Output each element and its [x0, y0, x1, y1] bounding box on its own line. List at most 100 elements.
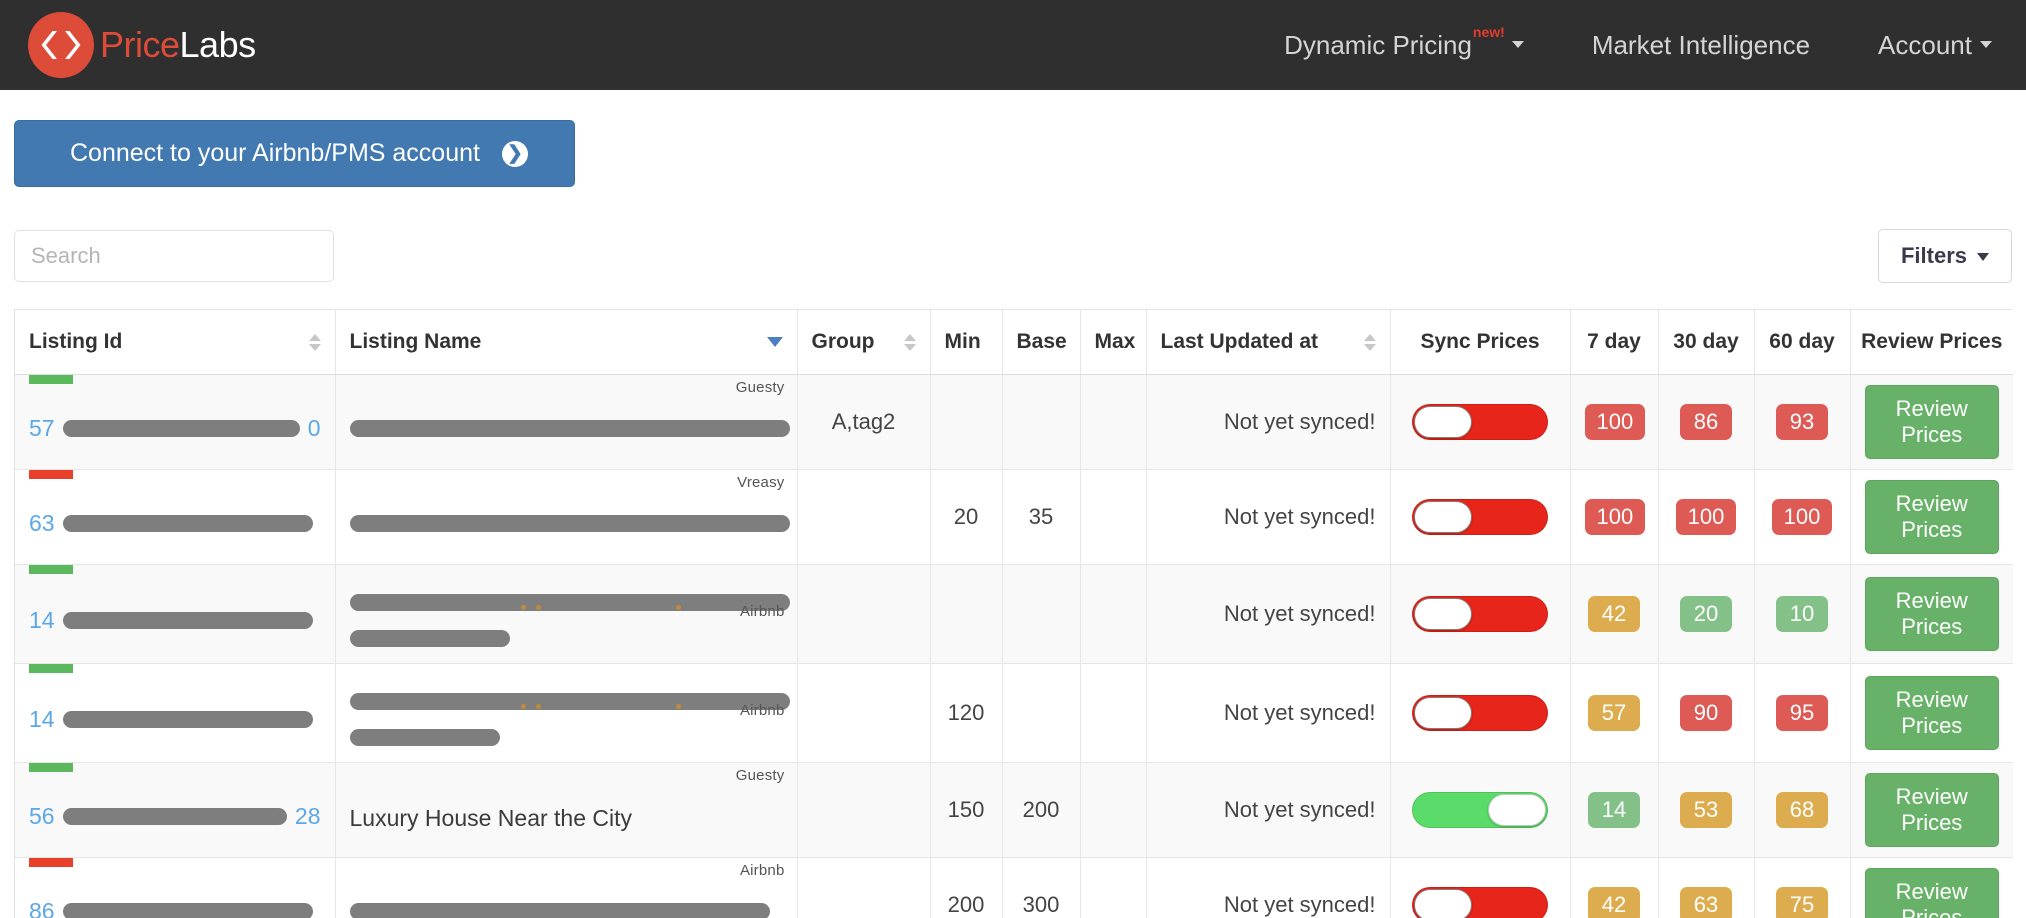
cell-60-day: 100	[1754, 469, 1851, 565]
table-row[interactable]: 86 Airbnb 200 300 Not yet synced! 42 63 75 Revie…	[15, 857, 2013, 918]
sync-prices-toggle[interactable]	[1412, 499, 1548, 535]
review-prices-button[interactable]: Review Prices	[1864, 868, 1999, 918]
cell-7-day: 100	[1570, 469, 1659, 565]
cell-listing-id: 14	[15, 564, 336, 664]
review-prices-button[interactable]: Review Prices	[1864, 385, 1999, 459]
listing-id-value[interactable]: 56 28	[29, 803, 321, 830]
cell-group	[797, 663, 931, 763]
listing-name-text[interactable]: Luxury House Near the City	[350, 805, 633, 831]
col-header-group-label: Group	[811, 330, 875, 353]
cell-group	[797, 762, 931, 858]
day-badge-7: 42	[1588, 595, 1640, 633]
brand-name-part1: Price	[100, 24, 180, 65]
cell-7-day: 42	[1570, 564, 1659, 664]
day-badge-60: 95	[1776, 694, 1828, 732]
review-prices-button[interactable]: Review Prices	[1864, 577, 1999, 651]
cell-group: A,tag2	[797, 374, 931, 470]
nav-item-account[interactable]: Account	[1878, 30, 1992, 61]
col-header-min-label: Min	[944, 330, 981, 353]
cell-group	[797, 469, 931, 565]
listing-status-bar	[29, 858, 73, 867]
table-row[interactable]: 14 Airbnb Not yet synced! 42 20 10 Review Pric…	[15, 564, 2013, 664]
cell-review-prices: Review Prices	[1850, 857, 2013, 918]
day-badge-30: 20	[1680, 595, 1732, 633]
cell-last-updated-at: Not yet synced!	[1146, 762, 1391, 858]
col-header-7-day: 7 day	[1570, 310, 1659, 375]
table-row[interactable]: 14 Airbnb 120 Not yet synced! 57 90 95 Review P…	[15, 663, 2013, 763]
col-header-7-day-label: 7 day	[1587, 330, 1641, 353]
day-badge-7: 57	[1588, 694, 1640, 732]
cell-listing-id: 14	[15, 663, 336, 763]
listing-id-value[interactable]: 14	[29, 607, 321, 634]
cell-sync-prices	[1390, 857, 1571, 918]
cell-min: 120	[930, 663, 1003, 763]
nav-item-market-intelligence[interactable]: Market Intelligence	[1592, 30, 1810, 61]
review-prices-button[interactable]: Review Prices	[1864, 676, 1999, 750]
cell-review-prices: Review Prices	[1850, 374, 2013, 470]
col-header-listing-name[interactable]: Listing Name	[335, 310, 798, 375]
cell-min	[930, 374, 1003, 470]
sort-toggle-icon[interactable]	[1354, 333, 1376, 351]
cell-max	[1080, 857, 1147, 918]
sync-prices-toggle[interactable]	[1412, 695, 1548, 731]
toggle-knob	[1488, 794, 1546, 826]
cell-base: 200	[1002, 762, 1081, 858]
toggle-knob	[1414, 697, 1472, 729]
review-prices-button[interactable]: Review Prices	[1864, 773, 1999, 847]
cell-max	[1080, 663, 1147, 763]
day-badge-7: 100	[1584, 498, 1646, 536]
connect-account-button[interactable]: Connect to your Airbnb/PMS account ❯	[14, 120, 575, 187]
day-badge-60: 100	[1771, 498, 1833, 536]
listing-id-value[interactable]: 86	[29, 898, 321, 918]
cell-max	[1080, 374, 1147, 470]
col-header-base-label: Base	[1016, 330, 1067, 353]
col-header-last-updated-at-label: Last Updated at	[1160, 330, 1319, 353]
col-header-last-updated-at[interactable]: Last Updated at	[1146, 310, 1391, 375]
cell-30-day: 20	[1658, 564, 1755, 664]
listing-platform-tag: Guesty	[735, 767, 785, 784]
nav-item-market-intelligence-label: Market Intelligence	[1591, 29, 1811, 60]
sync-prices-toggle[interactable]	[1412, 404, 1548, 440]
sort-toggle-icon[interactable]	[299, 333, 321, 351]
cell-7-day: 100	[1570, 374, 1659, 470]
listing-id-prefix: 14	[29, 705, 55, 732]
cell-last-updated-at: Not yet synced!	[1146, 663, 1391, 763]
listing-id-value[interactable]: 14	[29, 706, 321, 733]
table-row[interactable]: 56 28 Guesty Luxury House Near the City 150 2…	[15, 762, 2013, 858]
sort-toggle-icon[interactable]	[894, 333, 916, 351]
col-header-base: Base	[1002, 310, 1081, 375]
col-header-group[interactable]: Group	[797, 310, 931, 375]
nav-item-dynamic-pricing[interactable]: Dynamic Pricing new!	[1284, 24, 1524, 61]
sync-prices-toggle[interactable]	[1412, 792, 1548, 828]
col-header-listing-id[interactable]: Listing Id	[15, 310, 336, 375]
listing-id-suffix: 0	[307, 414, 321, 441]
col-header-30-day: 30 day	[1658, 310, 1755, 375]
sync-prices-toggle[interactable]	[1412, 887, 1548, 918]
search-input[interactable]	[14, 230, 334, 282]
col-header-review-prices: Review Prices	[1850, 310, 2013, 375]
toggle-knob	[1414, 406, 1472, 438]
sort-descending-active-icon[interactable]	[766, 337, 783, 347]
filters-button[interactable]: Filters	[1877, 229, 2012, 283]
connect-account-button-label: Connect to your Airbnb/PMS account	[70, 139, 480, 167]
listings-table-container: Listing Id Listing Name Group Min Base M…	[14, 309, 2013, 918]
review-prices-button[interactable]: Review Prices	[1864, 480, 1999, 554]
sync-prices-toggle[interactable]	[1412, 596, 1548, 632]
day-badge-30: 100	[1675, 498, 1737, 536]
redaction-bar	[62, 902, 313, 918]
day-badge-7: 42	[1588, 886, 1640, 918]
cell-7-day: 57	[1570, 663, 1659, 763]
brand-logo-link[interactable]: PriceLabs	[28, 12, 256, 78]
chevron-down-icon	[1980, 40, 1992, 48]
listing-id-value[interactable]: 63	[29, 510, 321, 537]
table-row[interactable]: 63 Vreasy 20 35 Not yet synced! 100 100 100 Revi…	[15, 469, 2013, 565]
cell-7-day: 42	[1570, 857, 1659, 918]
table-row[interactable]: 57 0 Guesty A,tag2 Not yet synced! 100 86 93 Rev…	[15, 374, 2013, 470]
cell-listing-name: Guesty	[335, 374, 798, 470]
listing-id-value[interactable]: 57 0	[29, 415, 321, 442]
cell-max	[1080, 564, 1147, 664]
redaction-bar	[62, 419, 300, 437]
redaction-bar	[62, 611, 313, 629]
nav-item-dynamic-pricing-label: Dynamic Pricing	[1284, 29, 1472, 60]
cell-30-day: 90	[1658, 663, 1755, 763]
